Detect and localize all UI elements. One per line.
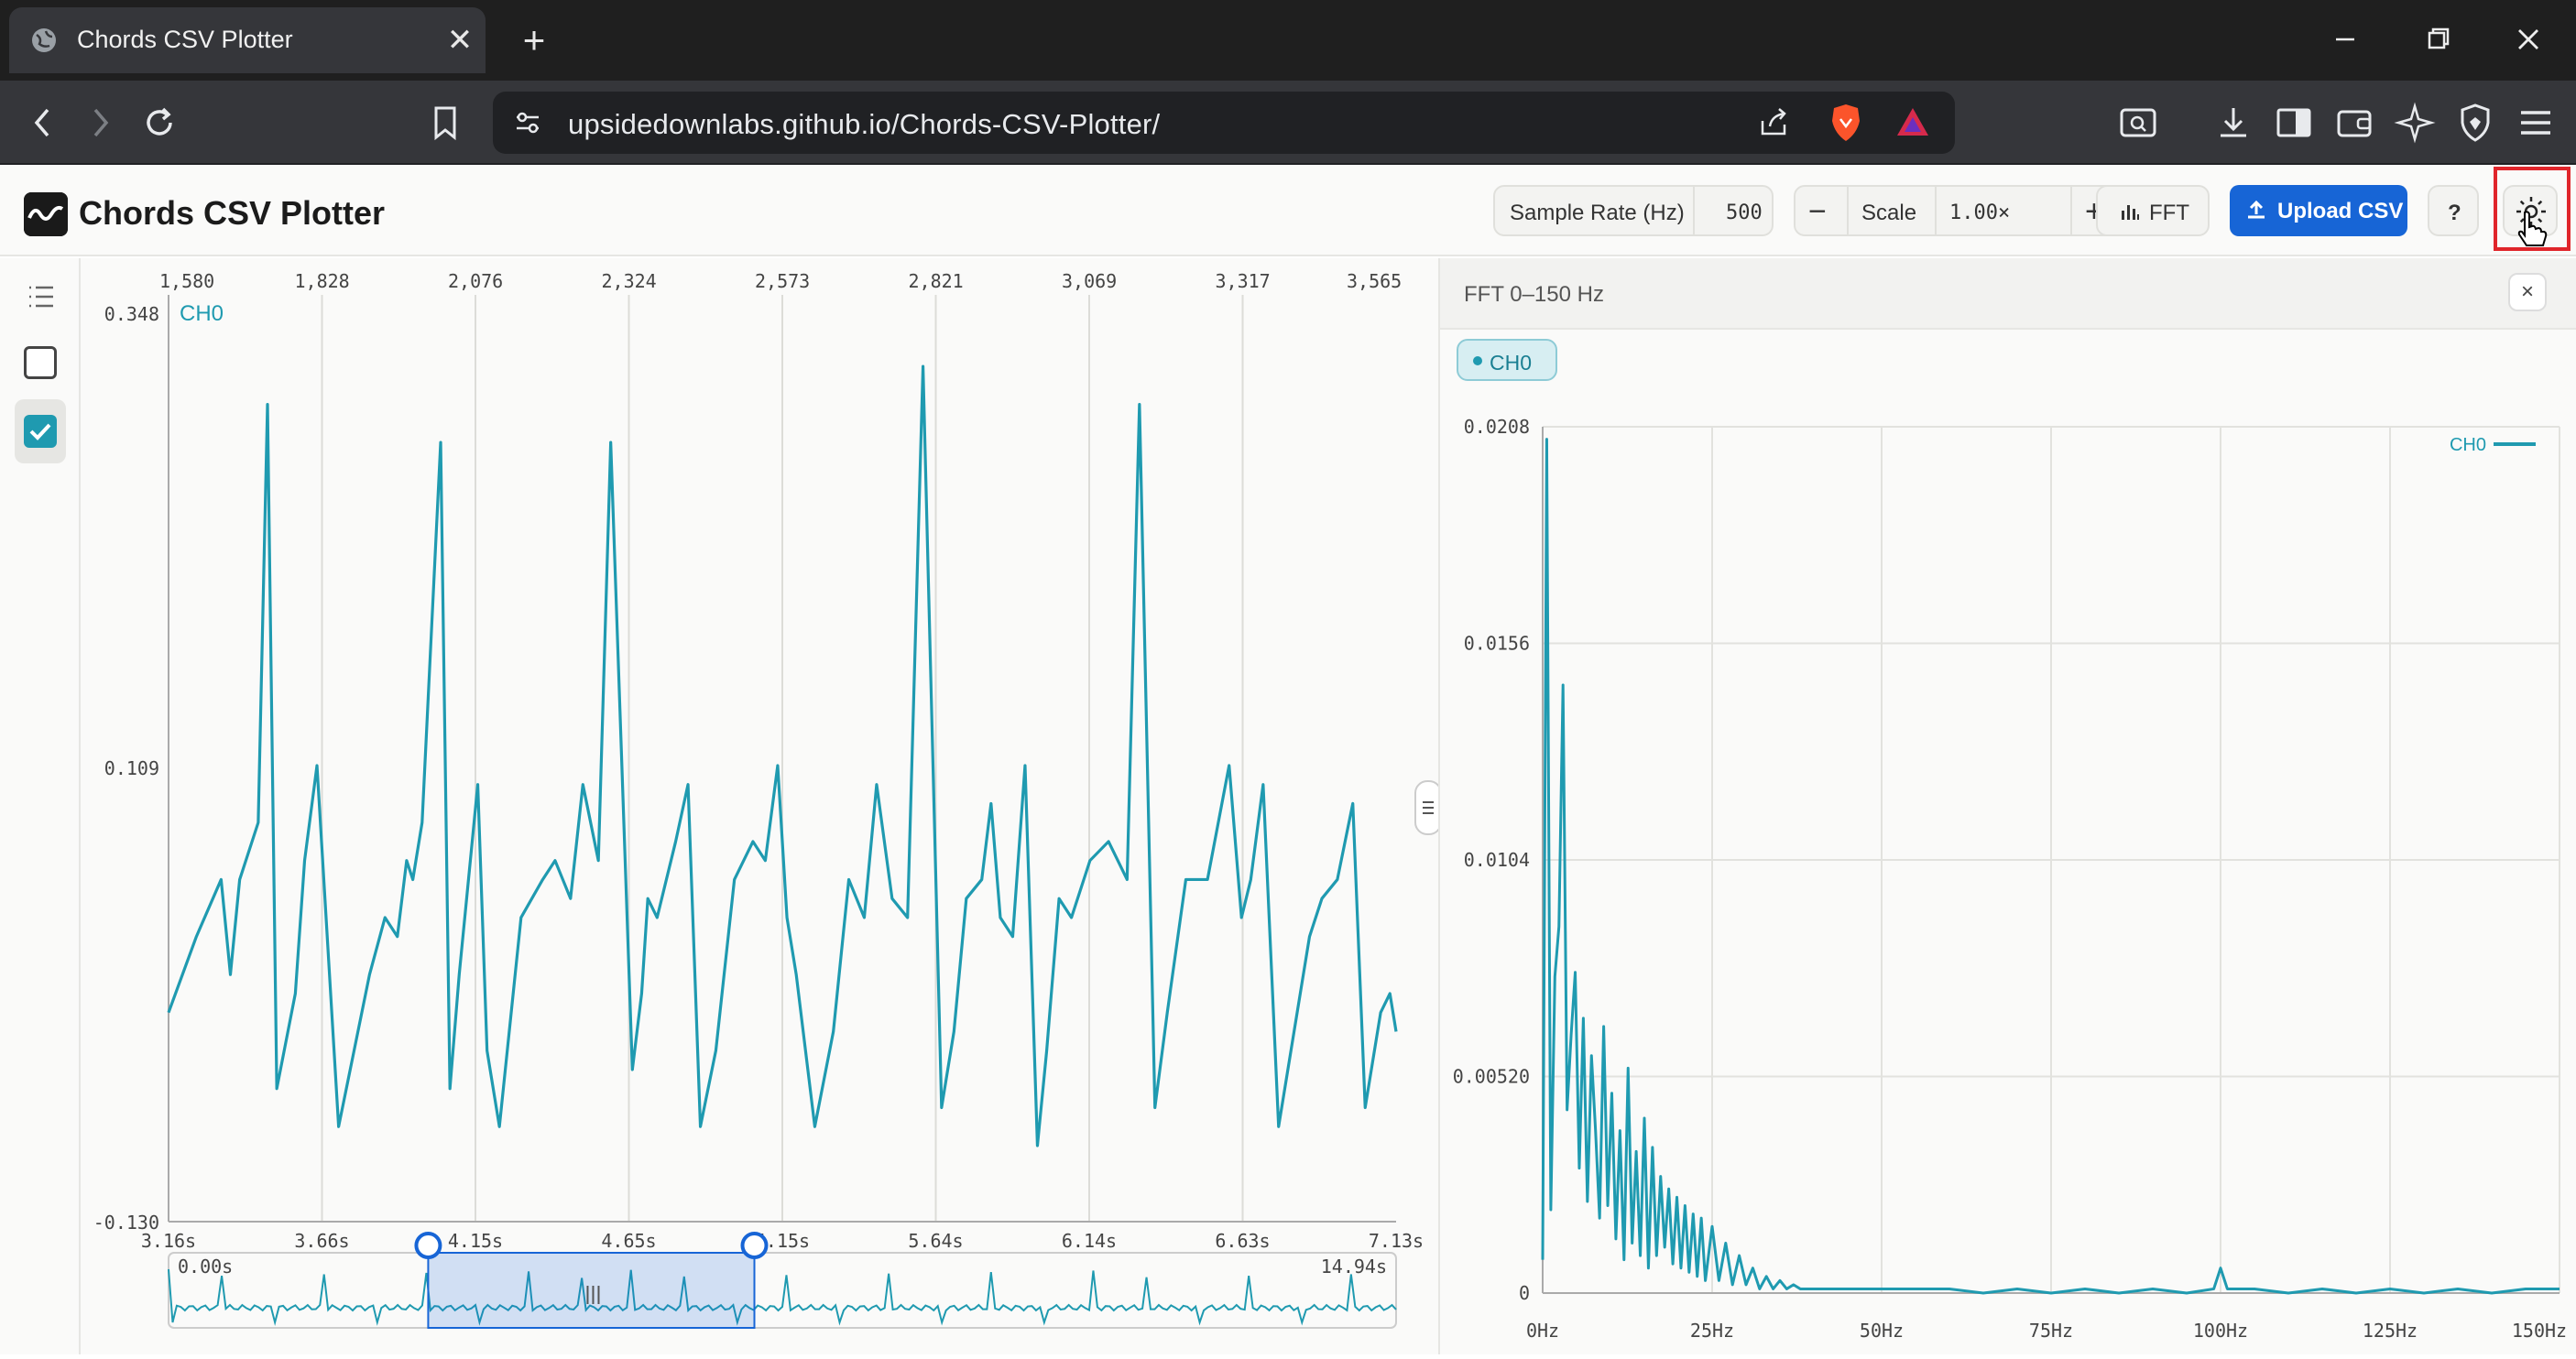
- brave-shield-icon[interactable]: [1827, 103, 1865, 143]
- leo-ai-icon[interactable]: [2391, 99, 2439, 147]
- minimize-icon[interactable]: [2318, 16, 2373, 62]
- wallet-icon[interactable]: [2330, 99, 2378, 147]
- time-series-panel: 1,580 1,828 2,076 2,324 2,573 2,821 3,069 3,317…: [81, 258, 1442, 1354]
- time-series-chart[interactable]: 1,580 1,828 2,076 2,324 2,573 2,821 3,069 3,317…: [81, 258, 1438, 1354]
- upload-icon: [2248, 200, 2265, 219]
- top-tick-label: 1,828: [295, 270, 350, 292]
- scale-decrease-button[interactable]: −: [1808, 194, 1827, 230]
- browser-tab-bar: Chords CSV Plotter ✕ +: [0, 0, 2576, 81]
- scale-value: 1.00×: [1949, 201, 2011, 224]
- navigator-end-label: 14.94s: [1321, 1256, 1387, 1277]
- fft-x-tick-label: 125Hz: [2363, 1320, 2418, 1342]
- fft-x-tick-label: 75Hz: [2029, 1320, 2073, 1342]
- restore-icon[interactable]: [2409, 16, 2464, 62]
- fft-y-tick-label: 0.0208: [1464, 416, 1530, 438]
- back-icon[interactable]: [18, 99, 66, 147]
- fft-x-tick-label: 25Hz: [1690, 1320, 1734, 1342]
- y-tick-label: 0.109: [104, 757, 159, 779]
- tab-close-icon[interactable]: ✕: [440, 20, 480, 60]
- site-settings-icon[interactable]: [511, 106, 544, 139]
- top-tick-label: 2,821: [909, 270, 964, 292]
- globe-icon: [32, 28, 56, 52]
- navigator-left-handle: [414, 1232, 442, 1259]
- help-button[interactable]: ?: [2428, 185, 2479, 236]
- bar-chart-icon: [2122, 205, 2139, 220]
- scale-control: − Scale 1.00× +: [1794, 185, 2125, 236]
- y-tick-label: 0.348: [104, 303, 159, 325]
- x-tick-label: 3.66s: [294, 1230, 349, 1252]
- cursor-hand-icon: [2517, 211, 2548, 246]
- fft-chart[interactable]: 0.0208 0.0156 0.0104 0.00520 0 0Hz 25Hz 50Hz 75H…: [1440, 258, 2576, 1354]
- fft-x-tick-label: 100Hz: [2193, 1320, 2248, 1342]
- browser-tab[interactable]: Chords CSV Plotter ✕: [9, 7, 486, 73]
- address-bar[interactable]: upsidedownlabs.github.io/Chords-CSV-Plot…: [493, 92, 1955, 154]
- drag-grip-icon: [1423, 801, 1434, 814]
- list-icon[interactable]: [22, 278, 59, 315]
- reload-icon[interactable]: [136, 99, 183, 147]
- checkbox-checked-icon[interactable]: [24, 415, 57, 448]
- top-tick-label: 1,580: [159, 270, 214, 292]
- x-tick-label: 6.63s: [1215, 1230, 1270, 1252]
- fft-legend-label: CH0: [2450, 435, 2486, 455]
- new-tab-button[interactable]: +: [513, 20, 555, 62]
- share-icon[interactable]: [1755, 104, 1792, 141]
- bookmark-icon[interactable]: [421, 99, 469, 147]
- fft-toggle-button[interactable]: FFT: [2096, 185, 2210, 236]
- scale-label: Scale: [1861, 201, 1917, 225]
- top-tick-label: 3,565: [1347, 270, 1402, 292]
- brave-rewards-icon[interactable]: [1894, 104, 1931, 141]
- navigator-track: [168, 1252, 1397, 1329]
- download-icon[interactable]: [2210, 99, 2257, 147]
- sample-rate-control: Sample Rate (Hz) 500: [1493, 185, 1774, 236]
- top-tick-label: 2,573: [755, 270, 810, 292]
- checkbox-empty-icon[interactable]: [24, 346, 57, 379]
- upload-csv-button[interactable]: Upload CSV: [2230, 185, 2407, 236]
- channel-label: CH0: [180, 301, 224, 326]
- top-tick-label: 2,324: [602, 270, 657, 292]
- fft-panel: FFT 0–150 Hz × CH0 0.0208 0.0156 0.0104 0.0…: [1438, 258, 2576, 1354]
- navigator-right-handle: [740, 1232, 769, 1259]
- navigator-selection: [427, 1252, 756, 1329]
- sample-rate-label: Sample Rate (Hz): [1510, 201, 1685, 225]
- x-tick-label: 6.14s: [1062, 1230, 1117, 1252]
- search-tabs-icon[interactable]: [2114, 99, 2162, 147]
- top-tick-label: 3,069: [1062, 270, 1117, 292]
- x-tick-label: 4.65s: [601, 1230, 656, 1252]
- fft-label: FFT: [2149, 201, 2189, 225]
- app-header: Chords CSV Plotter Sample Rate (Hz) 500 …: [0, 165, 2576, 256]
- sample-rate-input[interactable]: 500: [1726, 201, 1763, 224]
- forward-icon[interactable]: [77, 99, 125, 147]
- fft-y-tick-label: 0.0104: [1464, 849, 1530, 871]
- help-icon: ?: [2448, 201, 2461, 225]
- app-logo-icon: [24, 192, 68, 236]
- navigator-start-label: 0.00s: [178, 1256, 233, 1277]
- channel-select-item[interactable]: [15, 399, 66, 463]
- x-tick-label: 5.64s: [908, 1230, 963, 1252]
- fft-x-tick-label: 0Hz: [1526, 1320, 1559, 1342]
- x-tick-label: 4.15s: [448, 1230, 503, 1252]
- fft-x-tick-label: 50Hz: [1860, 1320, 1904, 1342]
- fft-y-tick-label: 0.0156: [1464, 633, 1530, 655]
- tab-title: Chords CSV Plotter: [77, 26, 293, 53]
- close-window-icon[interactable]: [2501, 16, 2556, 62]
- app-title: Chords CSV Plotter: [79, 194, 386, 232]
- channel-rail: [0, 258, 81, 1354]
- vpn-icon[interactable]: [2451, 99, 2499, 147]
- menu-icon[interactable]: [2512, 99, 2560, 147]
- fft-x-tick-label: 150Hz: [2512, 1320, 2567, 1342]
- x-tick-label: 7.13s: [1369, 1230, 1424, 1252]
- top-tick-label: 3,317: [1216, 270, 1271, 292]
- sidebar-icon[interactable]: [2270, 99, 2318, 147]
- fft-y-tick-label: 0: [1519, 1282, 1530, 1304]
- browser-toolbar: upsidedownlabs.github.io/Chords-CSV-Plot…: [0, 81, 2576, 165]
- top-tick-label: 2,076: [448, 270, 503, 292]
- fft-y-tick-label: 0.00520: [1453, 1066, 1530, 1088]
- url-text: upsidedownlabs.github.io/Chords-CSV-Plot…: [568, 108, 1161, 140]
- x-tick-label: 3.16s: [141, 1230, 196, 1252]
- upload-label: Upload CSV: [2277, 199, 2404, 223]
